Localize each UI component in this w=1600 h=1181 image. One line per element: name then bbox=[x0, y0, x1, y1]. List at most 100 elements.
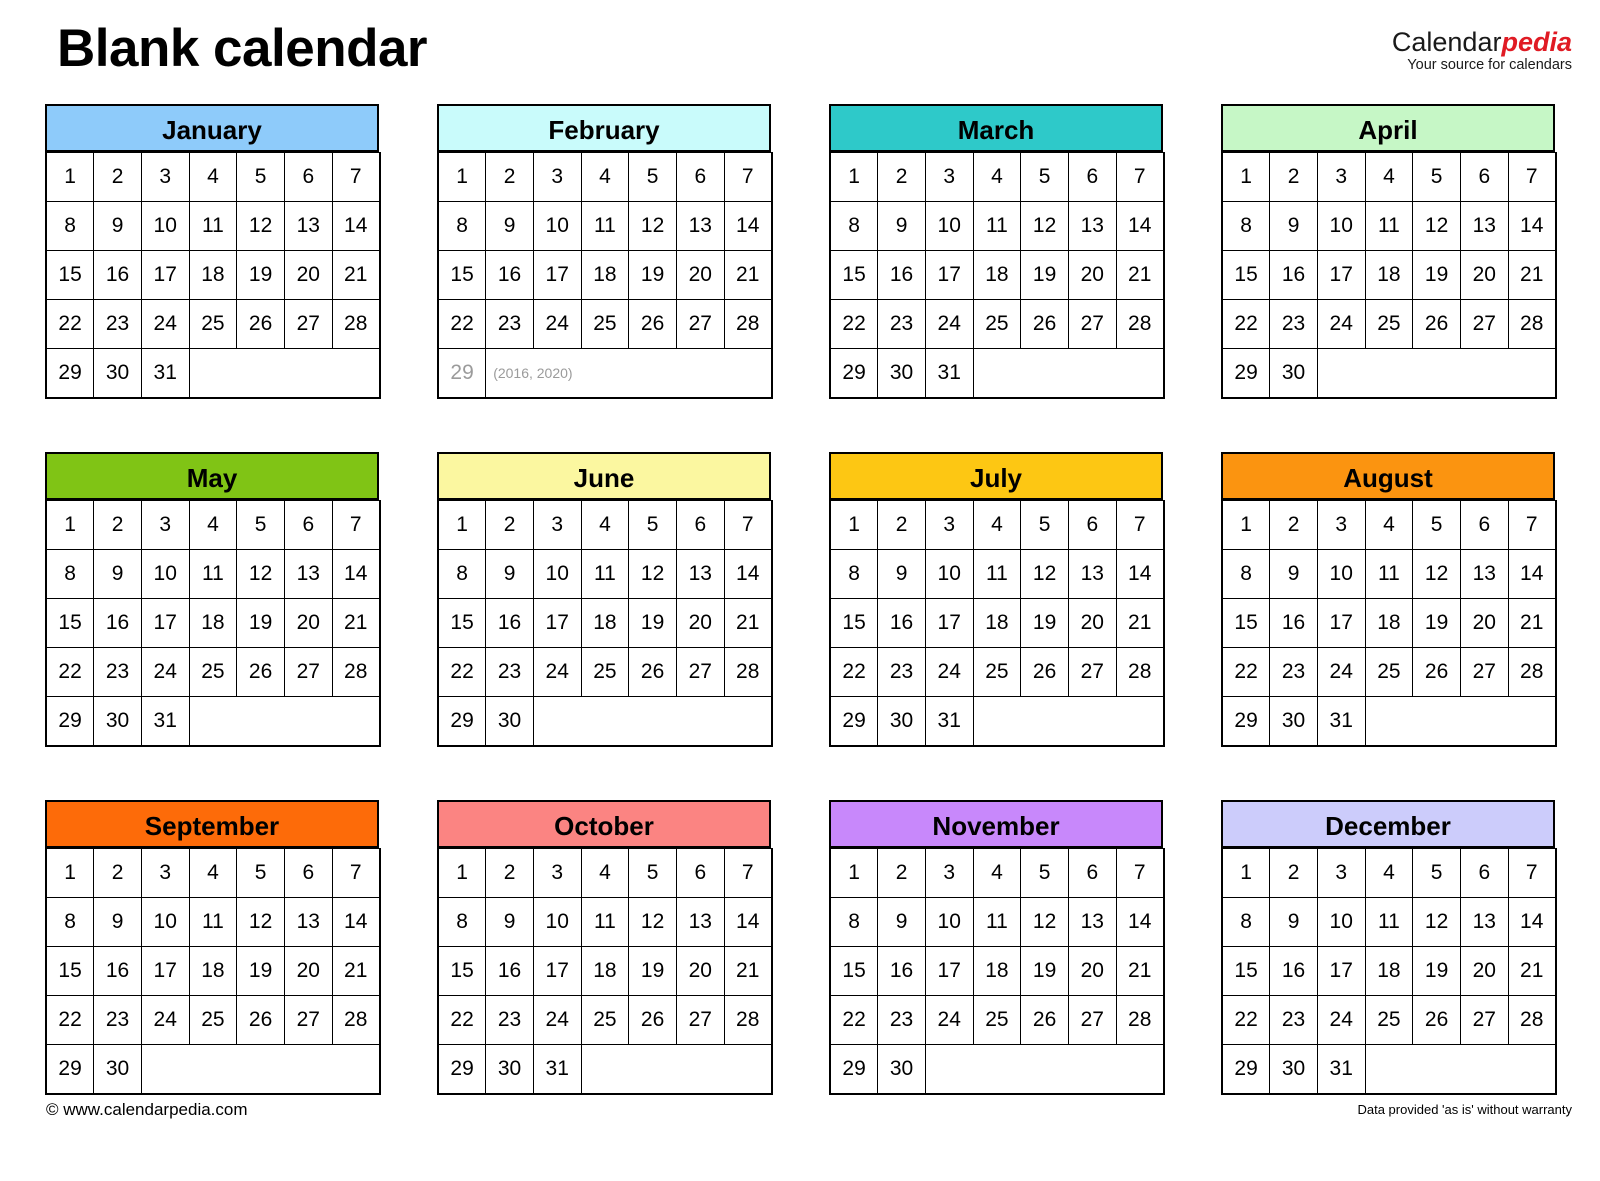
day-cell[interactable]: 16 bbox=[877, 946, 926, 996]
day-cell[interactable]: 8 bbox=[437, 201, 487, 251]
day-cell[interactable]: 27 bbox=[1459, 995, 1509, 1045]
day-cell[interactable]: 15 bbox=[45, 946, 95, 996]
day-cell[interactable]: 29 bbox=[829, 1044, 879, 1094]
day-cell[interactable]: 5 bbox=[628, 500, 677, 550]
day-cell[interactable]: 4 bbox=[972, 152, 1022, 202]
day-cell[interactable]: 14 bbox=[331, 549, 381, 599]
day-cell[interactable]: 31 bbox=[532, 1044, 582, 1094]
day-cell[interactable]: 4 bbox=[580, 848, 630, 898]
day-cell[interactable]: 14 bbox=[1507, 549, 1557, 599]
day-cell[interactable]: 31 bbox=[924, 696, 974, 746]
day-cell[interactable]: 27 bbox=[283, 299, 333, 349]
day-cell[interactable]: 15 bbox=[1221, 946, 1271, 996]
day-cell[interactable]: 20 bbox=[1459, 946, 1509, 996]
day-cell[interactable]: 11 bbox=[580, 201, 630, 251]
day-cell[interactable]: 18 bbox=[1364, 598, 1414, 648]
day-cell[interactable]: 27 bbox=[675, 647, 725, 697]
day-cell[interactable]: 19 bbox=[628, 946, 677, 996]
day-cell[interactable]: 31 bbox=[924, 348, 974, 398]
day-cell[interactable]: 13 bbox=[675, 549, 725, 599]
day-cell[interactable]: 23 bbox=[485, 995, 534, 1045]
day-cell[interactable]: 12 bbox=[1020, 201, 1069, 251]
day-cell[interactable]: 12 bbox=[1412, 201, 1461, 251]
day-cell[interactable]: 7 bbox=[723, 152, 773, 202]
day-cell[interactable]: 6 bbox=[283, 152, 333, 202]
day-cell[interactable]: 28 bbox=[723, 647, 773, 697]
day-cell[interactable]: 4 bbox=[580, 500, 630, 550]
day-cell[interactable]: 25 bbox=[972, 299, 1022, 349]
day-cell[interactable]: 6 bbox=[1459, 848, 1509, 898]
day-cell[interactable]: 18 bbox=[188, 598, 238, 648]
day-cell[interactable]: 10 bbox=[1316, 201, 1366, 251]
day-cell[interactable]: 27 bbox=[1067, 995, 1117, 1045]
day-cell[interactable]: 25 bbox=[972, 995, 1022, 1045]
day-cell[interactable]: 29 bbox=[437, 1044, 487, 1094]
day-cell[interactable]: 10 bbox=[140, 201, 190, 251]
day-cell[interactable]: 9 bbox=[485, 201, 534, 251]
day-cell[interactable]: 8 bbox=[829, 549, 879, 599]
day-cell[interactable]: 10 bbox=[532, 897, 582, 947]
day-cell[interactable]: 21 bbox=[1115, 946, 1165, 996]
day-cell[interactable]: 9 bbox=[877, 201, 926, 251]
day-cell[interactable]: 27 bbox=[1459, 647, 1509, 697]
day-cell[interactable]: 27 bbox=[283, 995, 333, 1045]
day-cell[interactable]: 4 bbox=[188, 848, 238, 898]
day-cell[interactable]: 20 bbox=[1067, 946, 1117, 996]
day-cell[interactable]: 1 bbox=[829, 848, 879, 898]
day-cell[interactable]: 15 bbox=[437, 598, 487, 648]
day-cell[interactable]: 21 bbox=[723, 946, 773, 996]
day-cell[interactable]: 18 bbox=[1364, 250, 1414, 300]
day-cell[interactable]: 17 bbox=[532, 946, 582, 996]
day-cell[interactable]: 16 bbox=[1269, 946, 1318, 996]
day-cell[interactable]: 22 bbox=[1221, 647, 1271, 697]
day-cell[interactable]: 16 bbox=[877, 598, 926, 648]
day-cell[interactable]: 19 bbox=[1412, 598, 1461, 648]
day-cell[interactable]: 14 bbox=[331, 201, 381, 251]
day-cell[interactable]: 5 bbox=[236, 500, 285, 550]
day-cell[interactable]: 14 bbox=[1507, 897, 1557, 947]
day-cell[interactable]: 3 bbox=[1316, 152, 1366, 202]
day-cell[interactable]: 28 bbox=[331, 995, 381, 1045]
day-cell[interactable]: 7 bbox=[1507, 848, 1557, 898]
day-cell[interactable]: 14 bbox=[1115, 549, 1165, 599]
day-cell[interactable]: 12 bbox=[1020, 549, 1069, 599]
day-cell[interactable]: 1 bbox=[1221, 500, 1271, 550]
day-cell[interactable]: 13 bbox=[1459, 549, 1509, 599]
day-cell[interactable]: 13 bbox=[283, 549, 333, 599]
day-cell[interactable]: 20 bbox=[675, 250, 725, 300]
day-cell[interactable]: 20 bbox=[283, 946, 333, 996]
day-cell[interactable]: 17 bbox=[1316, 598, 1366, 648]
day-cell[interactable]: 19 bbox=[1412, 946, 1461, 996]
day-cell[interactable]: 23 bbox=[1269, 299, 1318, 349]
day-cell[interactable]: 8 bbox=[1221, 201, 1271, 251]
day-cell[interactable]: 24 bbox=[140, 995, 190, 1045]
day-cell[interactable]: 11 bbox=[972, 549, 1022, 599]
day-cell[interactable]: 1 bbox=[437, 848, 487, 898]
day-cell[interactable]: 4 bbox=[972, 848, 1022, 898]
day-cell[interactable]: 22 bbox=[1221, 995, 1271, 1045]
day-cell[interactable]: 2 bbox=[877, 152, 926, 202]
day-cell[interactable]: 4 bbox=[580, 152, 630, 202]
day-cell[interactable]: 3 bbox=[532, 152, 582, 202]
day-cell[interactable]: 31 bbox=[1316, 1044, 1366, 1094]
day-cell[interactable]: 28 bbox=[1115, 647, 1165, 697]
day-cell[interactable]: 17 bbox=[140, 946, 190, 996]
day-cell[interactable]: 6 bbox=[675, 848, 725, 898]
day-cell[interactable]: 9 bbox=[1269, 897, 1318, 947]
day-cell[interactable]: 2 bbox=[1269, 152, 1318, 202]
day-cell[interactable]: 6 bbox=[1459, 500, 1509, 550]
day-cell[interactable]: 28 bbox=[1507, 647, 1557, 697]
day-cell[interactable]: 29 bbox=[829, 696, 879, 746]
day-cell[interactable]: 11 bbox=[580, 549, 630, 599]
day-cell[interactable]: 21 bbox=[1507, 598, 1557, 648]
day-cell[interactable]: 17 bbox=[140, 598, 190, 648]
day-cell[interactable]: 1 bbox=[437, 500, 487, 550]
day-cell[interactable]: 25 bbox=[580, 647, 630, 697]
day-cell[interactable]: 30 bbox=[93, 348, 142, 398]
day-cell[interactable]: 23 bbox=[1269, 995, 1318, 1045]
day-cell[interactable]: 23 bbox=[485, 299, 534, 349]
day-cell[interactable]: 9 bbox=[485, 897, 534, 947]
day-cell[interactable]: 3 bbox=[140, 500, 190, 550]
day-cell[interactable]: 9 bbox=[1269, 549, 1318, 599]
day-cell[interactable]: 6 bbox=[283, 848, 333, 898]
